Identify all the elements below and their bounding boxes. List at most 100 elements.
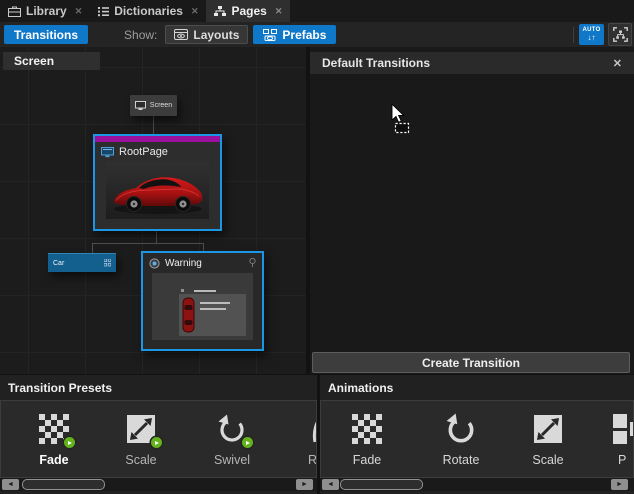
animation-item-rotate[interactable]: Rotate xyxy=(417,401,505,477)
scrollbar-thumb[interactable] xyxy=(340,479,423,490)
scrollbar-thumb[interactable] xyxy=(22,479,105,490)
node-label: Screen xyxy=(150,102,172,109)
node-label: Warning xyxy=(165,258,202,269)
dialog-title-text xyxy=(194,290,216,292)
node-label: Car xyxy=(53,260,64,267)
preset-label: Swivel xyxy=(214,453,250,467)
animation-item-fade[interactable]: Fade xyxy=(323,401,411,477)
tab-pages[interactable]: Pages ✕ xyxy=(206,0,290,22)
checkerboard-icon xyxy=(611,414,633,444)
list-icon xyxy=(98,6,109,17)
preset-label: Scale xyxy=(125,453,156,467)
tab-library[interactable]: Library ✕ xyxy=(0,0,90,22)
tab-close-icon[interactable]: ✕ xyxy=(75,6,83,17)
panel-title: Transition Presets xyxy=(0,375,317,400)
animation-item-scale[interactable]: Scale xyxy=(504,401,592,477)
prefabs-toggle-button[interactable]: Prefabs xyxy=(253,25,336,44)
connector-rootpage-stem xyxy=(156,231,157,243)
page-graph-panel[interactable]: Screen Screen xyxy=(0,47,306,374)
dialog-text-line xyxy=(200,308,226,310)
animation-item-partial[interactable]: P xyxy=(608,401,633,477)
connector-screen-rootpage xyxy=(153,116,154,135)
tree-icon xyxy=(214,6,226,17)
light-indicator-icon xyxy=(249,258,256,268)
tab-dictionaries[interactable]: Dictionaries ✕ xyxy=(90,0,206,22)
animations-item-strip: Fade Rotate xyxy=(320,400,634,478)
layouts-label: Layouts xyxy=(193,28,239,42)
transition-presets-panel: Transition Presets xyxy=(0,375,317,494)
tab-label: Library xyxy=(26,4,67,18)
rotate-arrow-icon xyxy=(445,413,477,445)
node-screen[interactable]: Screen xyxy=(130,95,177,116)
animation-label: Scale xyxy=(532,453,563,467)
node-label: RootPage xyxy=(119,146,168,158)
toolbar-right-group: AUTO ↓↑ xyxy=(573,22,634,47)
scroll-left-button[interactable]: ◄ xyxy=(322,479,339,490)
main-area: Screen Screen xyxy=(0,47,634,375)
mouse-drag-cursor xyxy=(386,99,414,135)
default-transitions-panel: Default Transitions ✕ Create Transition xyxy=(310,47,634,374)
preset-label: Fade xyxy=(39,453,68,467)
scroll-right-button[interactable]: ► xyxy=(296,479,313,490)
scroll-right-button[interactable]: ► xyxy=(611,479,628,490)
rootpage-thumbnail xyxy=(106,162,209,219)
tab-label: Pages xyxy=(231,4,266,18)
show-label: Show: xyxy=(124,28,157,42)
tab-close-icon[interactable]: ✕ xyxy=(275,6,283,17)
play-badge-icon xyxy=(151,437,162,448)
warning-thumbnail xyxy=(152,273,253,340)
expand-grid-icon xyxy=(104,259,111,267)
connector-branch xyxy=(92,243,204,244)
close-icon[interactable]: ✕ xyxy=(613,57,622,70)
preset-item-scale[interactable]: Scale xyxy=(97,401,185,477)
node-warning[interactable]: Warning xyxy=(141,251,264,351)
checkerboard-icon xyxy=(352,414,382,444)
fit-graph-icon xyxy=(613,27,628,42)
create-transition-button[interactable]: Create Transition xyxy=(312,352,630,373)
transitions-button[interactable]: Transitions xyxy=(4,25,88,44)
auto-arrange-button[interactable]: AUTO ↓↑ xyxy=(579,24,604,45)
animations-horizontal-scrollbar[interactable]: ◄ ► xyxy=(320,478,634,491)
animation-label: Rotate xyxy=(443,453,480,467)
state-circle-icon xyxy=(149,258,160,269)
preset-item-partial[interactable]: R xyxy=(305,401,317,477)
preset-item-fade[interactable]: Fade xyxy=(9,401,99,477)
briefcase-icon xyxy=(8,6,21,17)
animations-panel: Animations xyxy=(320,375,634,494)
auto-arrows-icon: ↓↑ xyxy=(588,34,596,42)
dialog-text-line xyxy=(200,302,230,304)
partial-icon xyxy=(311,414,317,444)
node-car[interactable]: Car xyxy=(48,253,116,272)
play-badge-icon xyxy=(242,437,253,448)
fit-to-view-button[interactable] xyxy=(608,23,632,46)
panel-title: Animations xyxy=(320,375,634,400)
dialog-icon xyxy=(181,289,184,292)
warning-dialog-preview xyxy=(179,287,246,336)
scale-arrow-icon xyxy=(533,414,563,444)
prefabs-icon xyxy=(263,29,277,41)
page-icon xyxy=(101,147,114,158)
prefabs-label: Prefabs xyxy=(282,28,326,42)
monitor-icon xyxy=(135,101,146,111)
presets-item-strip: Fade Scale xyxy=(0,400,317,478)
presets-horizontal-scrollbar[interactable]: ◄ ► xyxy=(0,478,317,491)
tab-close-icon[interactable]: ✕ xyxy=(191,6,199,17)
connector-to-car xyxy=(92,243,93,253)
scroll-left-button[interactable]: ◄ xyxy=(2,479,19,490)
layouts-toggle-button[interactable]: Layouts xyxy=(165,25,248,44)
kanzi-pages-window: Library ✕ Dictionaries ✕ Pages ✕ Transit xyxy=(0,0,634,494)
pages-toolbar: Transitions Show: Layouts Prefabs AUT xyxy=(0,22,634,48)
animation-label: Fade xyxy=(353,453,382,467)
bottom-panels: Transition Presets xyxy=(0,375,634,494)
red-car-image xyxy=(106,162,209,219)
toolbar-separator xyxy=(573,27,574,43)
play-badge-icon xyxy=(64,437,75,448)
tab-label: Dictionaries xyxy=(114,4,183,18)
default-transitions-header: Default Transitions ✕ xyxy=(310,52,634,74)
layouts-eye-icon xyxy=(174,29,188,40)
node-rootpage[interactable]: RootPage xyxy=(93,134,222,231)
dialog-titlebar xyxy=(179,287,246,294)
car-top-view-image xyxy=(182,297,195,333)
preset-item-swivel[interactable]: Swivel xyxy=(188,401,276,477)
screen-context-tab[interactable]: Screen xyxy=(3,52,100,70)
